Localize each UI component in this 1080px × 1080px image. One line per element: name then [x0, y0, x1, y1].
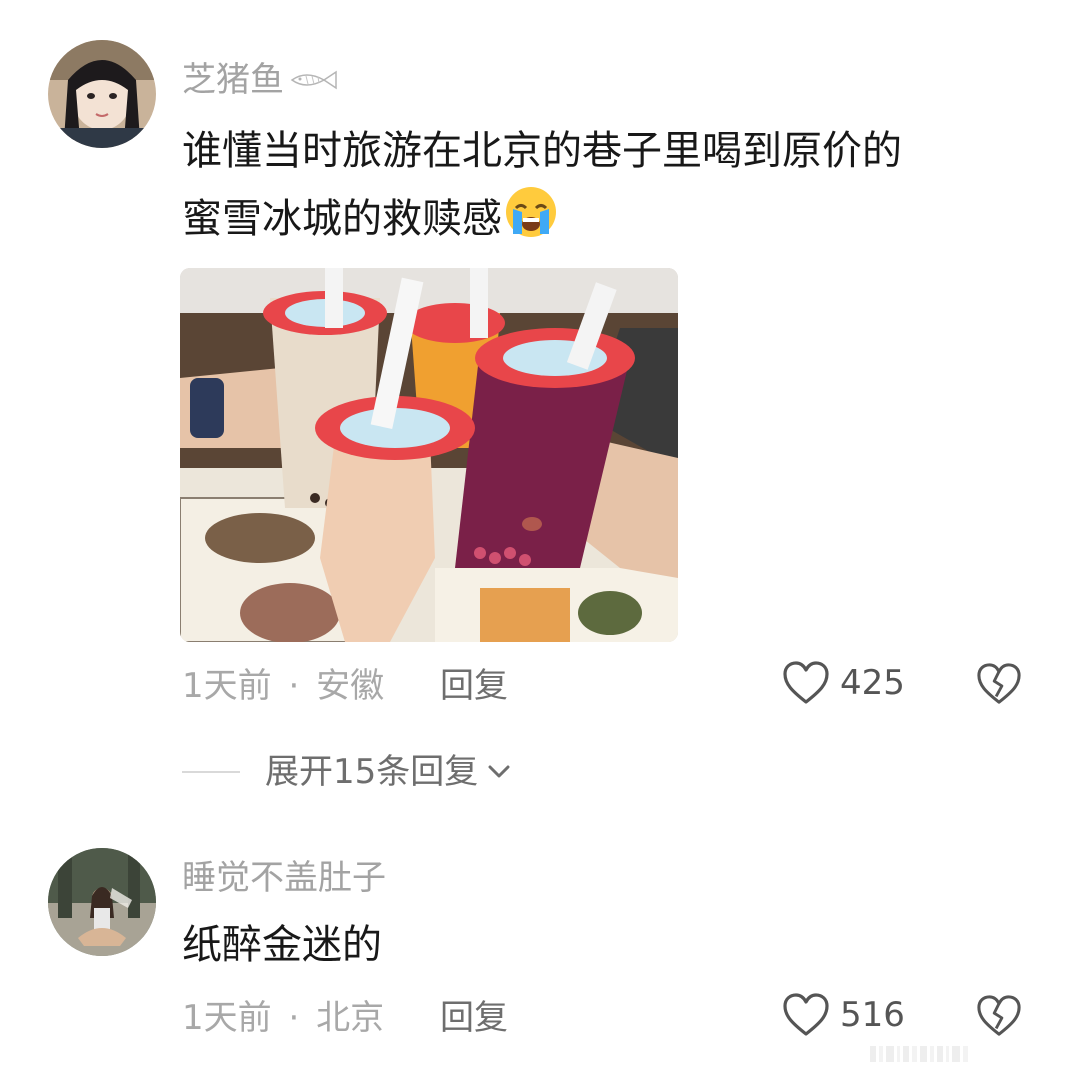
bubble-tea-photo-image	[180, 268, 678, 642]
username[interactable]: 睡觉不盖肚子	[182, 858, 386, 898]
expand-divider	[182, 771, 240, 773]
comment-time: 1天前	[182, 998, 272, 1038]
reply-button[interactable]: 回复	[440, 666, 508, 706]
like-button[interactable]: 516	[782, 992, 905, 1038]
broken-heart-icon	[977, 995, 1021, 1036]
avatar[interactable]	[48, 40, 156, 148]
like-count: 516	[840, 995, 905, 1035]
comment-text: 纸醉金迷的	[182, 914, 382, 976]
chevron-down-icon	[488, 765, 510, 778]
avatar-image	[48, 40, 156, 148]
meta-separator: ·	[288, 666, 300, 706]
comment-line: 纸醉金迷的	[182, 922, 382, 968]
comment-location: 北京	[316, 998, 385, 1038]
fish-badge-icon	[290, 70, 337, 90]
expand-replies-button[interactable]: 展开15条回复	[265, 752, 514, 792]
comment-text: 谁懂当时旅游在北京的巷子里喝到原价的 蜜雪冰城的救赎感	[182, 120, 902, 250]
comment-line-text: 蜜雪冰城的救赎感	[182, 196, 502, 242]
avatar[interactable]	[48, 848, 156, 956]
comment-location: 安徽	[316, 666, 385, 706]
meta-separator: ·	[288, 998, 300, 1038]
loudly-crying-face-icon	[506, 187, 556, 237]
heart-outline-icon	[783, 993, 829, 1036]
comment-line: 谁懂当时旅游在北京的巷子里喝到原价的	[182, 128, 902, 174]
like-button[interactable]: 425	[782, 660, 905, 706]
comment-line: 蜜雪冰城的救赎感	[182, 182, 902, 250]
expand-replies-label: 展开15条回复	[265, 752, 479, 792]
avatar-image	[48, 848, 156, 956]
watermark	[870, 1046, 1070, 1062]
comment-time: 1天前	[182, 666, 272, 706]
heart-outline-icon	[783, 661, 829, 704]
comment-meta: 1天前 · 安徽	[182, 666, 384, 706]
like-count: 425	[840, 663, 905, 703]
reply-button[interactable]: 回复	[440, 998, 508, 1038]
dislike-button[interactable]	[976, 994, 1022, 1042]
username-text: 芝猪鱼	[182, 60, 284, 100]
username[interactable]: 芝猪鱼	[182, 60, 340, 100]
broken-heart-icon	[977, 663, 1021, 704]
comment-meta: 1天前 · 北京	[182, 998, 384, 1038]
dislike-button[interactable]	[976, 662, 1022, 710]
comment-photo[interactable]	[180, 268, 678, 642]
